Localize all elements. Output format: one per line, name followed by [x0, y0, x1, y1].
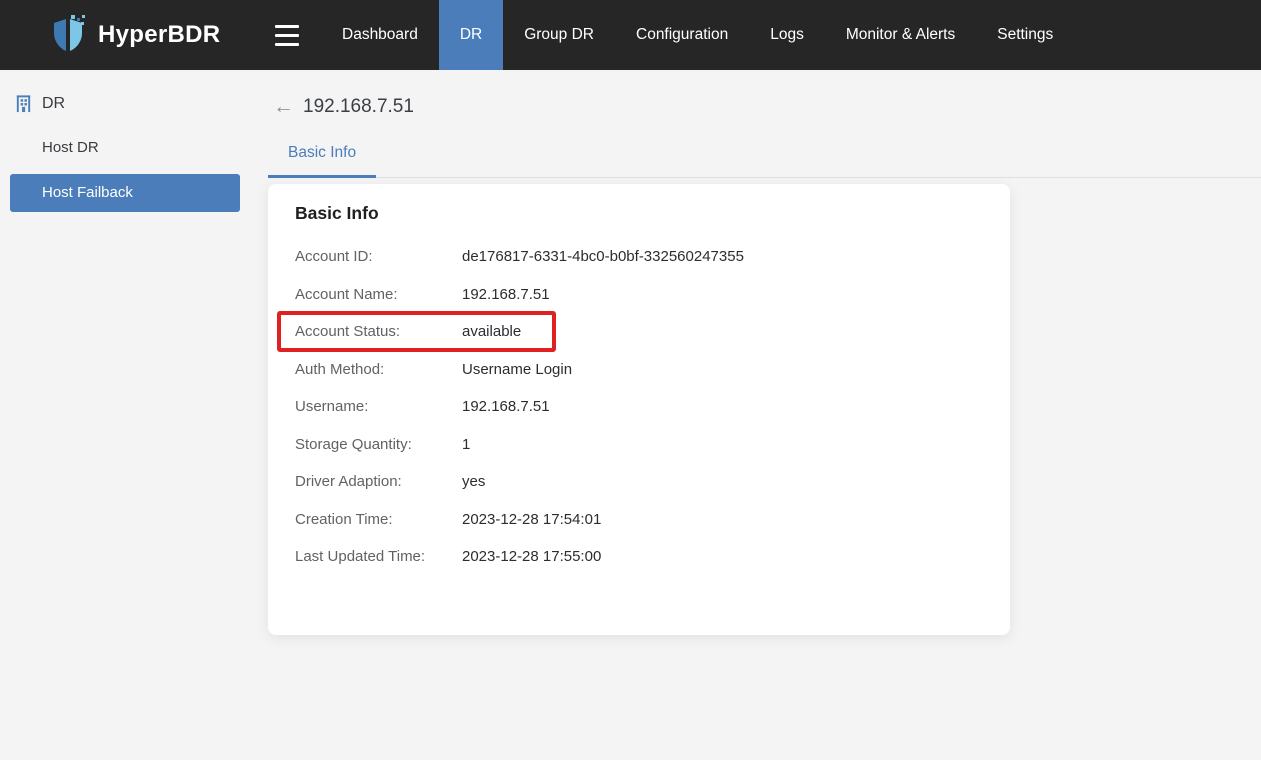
info-rows: Account ID: de176817-6331-4bc0-b0bf-3325…: [268, 238, 1010, 576]
tab-basic-info[interactable]: Basic Info: [268, 136, 377, 178]
info-row: Account ID: de176817-6331-4bc0-b0bf-3325…: [268, 238, 1010, 276]
info-row-label: Driver Adaption:: [295, 473, 402, 491]
info-row-label: Creation Time:: [295, 510, 393, 528]
main-content: ← 192.168.7.51 Basic Info Basic Info Acc…: [255, 70, 1261, 760]
info-row-value: de176817-6331-4bc0-b0bf-332560247355: [462, 248, 744, 266]
info-row-label: Auth Method:: [295, 360, 385, 378]
back-arrow-icon[interactable]: ←: [273, 96, 294, 117]
sidebar: DR Host DR Host Failback: [0, 70, 255, 760]
info-row: Storage Quantity: 1: [268, 426, 1010, 464]
card-title: Basic Info: [295, 203, 379, 223]
sidebar-items: Host DR Host Failback: [0, 129, 255, 212]
page-header: ← 192.168.7.51: [273, 92, 1261, 122]
info-row-value: 192.168.7.51: [462, 398, 550, 416]
info-row: Auth Method: Username Login: [268, 351, 1010, 389]
info-row-label: Account Name:: [295, 285, 398, 303]
shield-logo-icon: [48, 14, 88, 56]
info-row: Username: 192.168.7.51: [268, 388, 1010, 426]
info-row: Account Status: available: [268, 311, 1010, 352]
info-row-value: 1: [462, 435, 471, 453]
nav-item[interactable]: Logs: [749, 0, 825, 70]
navbar-items: Dashboard DR Group DR Configuration Logs…: [321, 0, 1074, 70]
sidebar-section-label: DR: [42, 94, 66, 112]
info-row: Account Name: 192.168.7.51: [268, 276, 1010, 314]
brand-logo[interactable]: HyperBDR: [0, 0, 255, 70]
info-row: Last Updated Time: 2023-12-28 17:55:00: [268, 538, 1010, 576]
info-row-value: 2023-12-28 17:55:00: [462, 548, 602, 566]
nav-item[interactable]: DR: [438, 0, 504, 70]
top-navbar: HyperBDR Dashboard DR Group DR Configura…: [0, 0, 1261, 70]
info-row-label: Account ID:: [295, 248, 373, 266]
nav-item[interactable]: Dashboard: [321, 0, 439, 70]
info-row-label: Last Updated Time:: [295, 548, 426, 566]
building-icon: [14, 94, 33, 113]
info-row-value: yes: [462, 473, 486, 491]
sidebar-item[interactable]: Host DR: [10, 129, 240, 167]
info-row-value: available: [462, 323, 522, 341]
page-title: 192.168.7.51: [303, 96, 414, 117]
info-row-label: Username:: [295, 398, 369, 416]
sidebar-section-dr[interactable]: DR: [0, 84, 255, 123]
info-row: Creation Time: 2023-12-28 17:54:01: [268, 501, 1010, 539]
tab-bar: Basic Info: [268, 136, 1261, 178]
nav-item[interactable]: Settings: [976, 0, 1074, 70]
info-row: Driver Adaption: yes: [268, 463, 1010, 501]
info-row-value: 192.168.7.51: [462, 285, 550, 303]
sidebar-item[interactable]: Host Failback: [10, 174, 240, 212]
info-row-value: Username Login: [462, 360, 573, 378]
info-row-label: Account Status:: [295, 323, 401, 341]
nav-item[interactable]: Monitor & Alerts: [825, 0, 976, 70]
nav-item[interactable]: Configuration: [615, 0, 749, 70]
info-row-label: Storage Quantity:: [295, 435, 412, 453]
brand-name: HyperBDR: [98, 21, 221, 48]
hamburger-menu-icon[interactable]: [275, 24, 299, 46]
info-row-value: 2023-12-28 17:54:01: [462, 510, 602, 528]
nav-item[interactable]: Group DR: [503, 0, 615, 70]
basic-info-card: Basic Info Account ID: de176817-6331-4bc…: [268, 184, 1010, 635]
